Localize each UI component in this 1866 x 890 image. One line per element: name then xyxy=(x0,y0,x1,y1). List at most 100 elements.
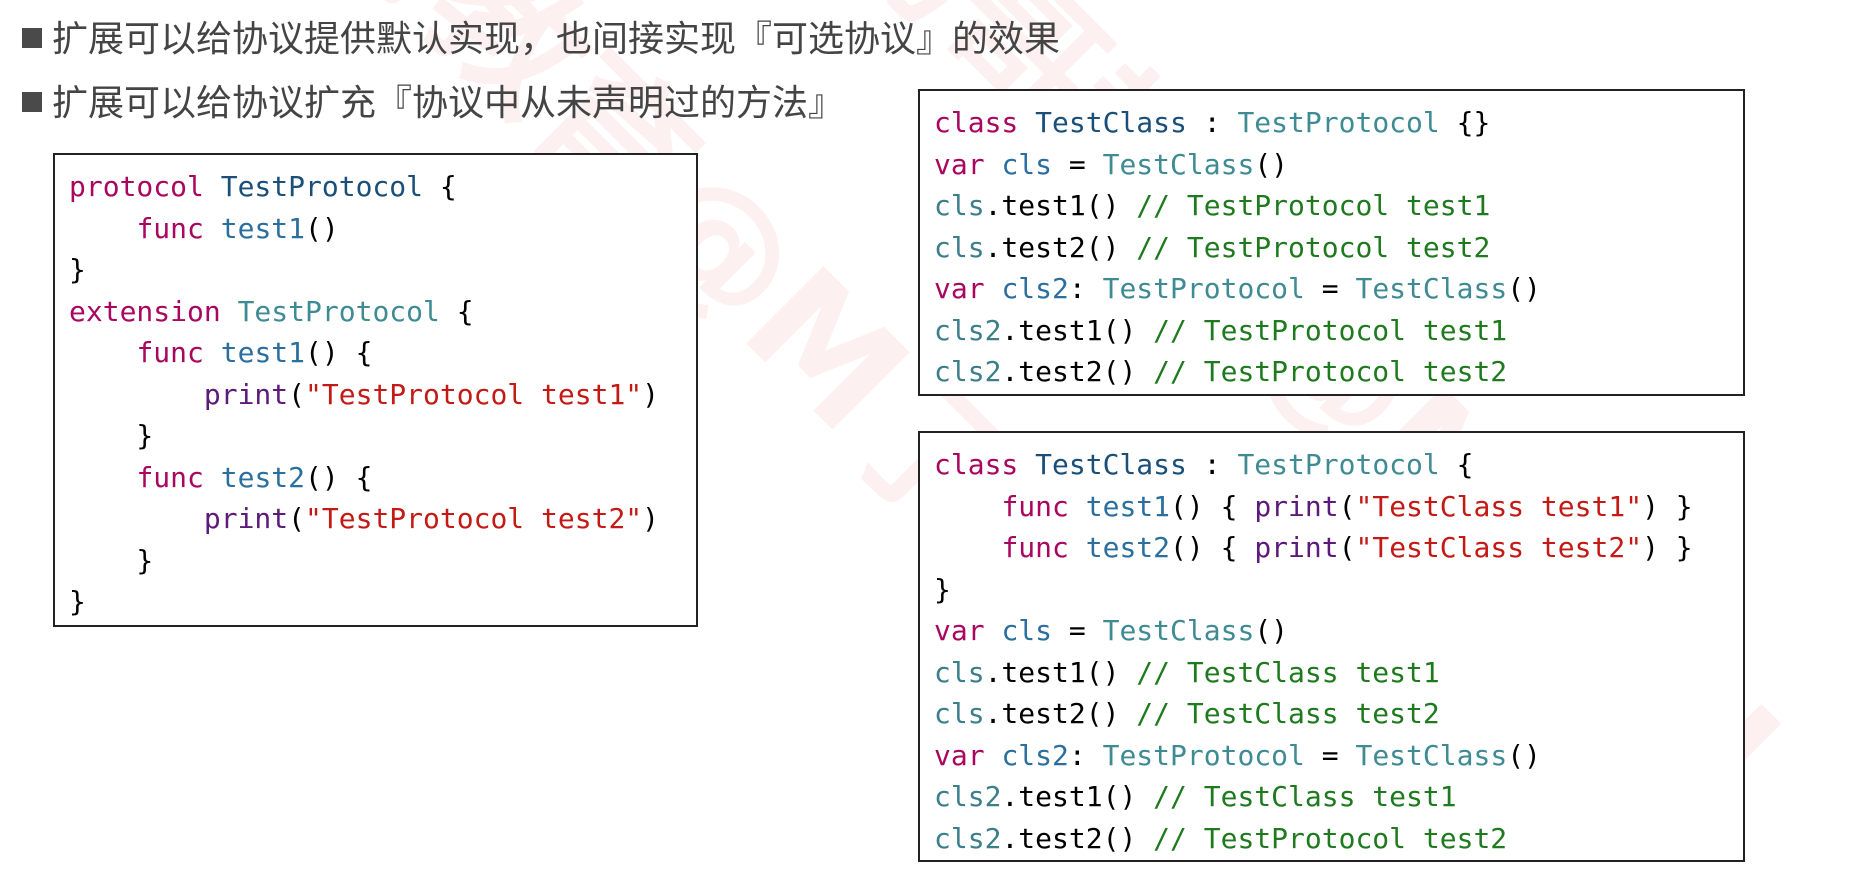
code-block-override-usage: class TestClass : TestProtocol { func te… xyxy=(918,431,1745,862)
code-line: func test1() { xyxy=(69,332,696,374)
code-token: cls2 xyxy=(1001,738,1069,772)
code-token: ( xyxy=(1338,489,1356,523)
code-token: "TestClass test1" xyxy=(1355,489,1643,523)
square-bullet-icon xyxy=(22,92,42,112)
code-token: var xyxy=(934,614,985,647)
code-token: func xyxy=(136,336,204,369)
code-line: var cls2: TestProtocol = TestClass() xyxy=(934,268,1743,310)
code-token: cls xyxy=(934,697,985,730)
code-token: cls2 xyxy=(934,821,1002,855)
code-token: func xyxy=(136,211,204,245)
code-token: protocol xyxy=(69,170,204,203)
code-line: cls2.test1() // TestProtocol test1 xyxy=(934,310,1743,352)
code-line: cls2.test1() // TestClass test1 xyxy=(934,776,1743,818)
code-token: print xyxy=(1254,531,1339,564)
code-token: test1 xyxy=(220,211,306,245)
code-token: () { xyxy=(1170,489,1255,523)
code-token: : xyxy=(1068,738,1103,772)
code-token: TestClass xyxy=(1355,272,1508,305)
code-token: func xyxy=(1001,489,1069,523)
code-token: TestProtocol xyxy=(220,170,424,203)
code-line: var cls = TestClass() xyxy=(934,610,1743,652)
code-token: // TestProtocol test1 xyxy=(1153,313,1508,347)
code-line: extension TestProtocol { xyxy=(69,291,696,333)
code-token: print xyxy=(203,502,289,535)
bullet-text: 扩展可以给协议提供默认实现，也间接实现『可选协议』的效果 xyxy=(52,19,1061,60)
code-token: var xyxy=(934,272,985,305)
code-token: test2 xyxy=(1085,531,1171,564)
code-token: .test2() xyxy=(1001,821,1154,855)
code-token: = xyxy=(1304,738,1356,772)
code-token: () { xyxy=(305,336,373,369)
bullet-item: 扩展可以给协议扩充『协议中从未声明过的方法』 xyxy=(22,82,844,126)
code-token: // TestProtocol test2 xyxy=(1153,355,1508,388)
code-line: var cls = TestClass() xyxy=(934,144,1743,186)
code-token: extension xyxy=(69,294,221,328)
code-token: // TestProtocol test2 xyxy=(1153,821,1508,855)
code-block-protocol-extension: protocol TestProtocol { func test1()} ext… xyxy=(53,153,698,627)
code-token: () xyxy=(1254,614,1289,647)
code-token: TestProtocol xyxy=(1237,106,1440,139)
code-token: } xyxy=(69,419,154,452)
code-token: { xyxy=(423,170,457,203)
code-line: } xyxy=(934,569,1743,611)
square-bullet-icon xyxy=(22,28,42,48)
code-token: {} xyxy=(1439,106,1491,139)
code-block-default-impl-usage: class TestClass : TestProtocol {} var cls… xyxy=(918,89,1745,396)
code-token: cls xyxy=(934,230,985,264)
code-token: .test1() xyxy=(984,189,1137,222)
code-line: } xyxy=(69,581,696,623)
code-token: cls xyxy=(934,655,985,689)
code-token: () { xyxy=(1170,531,1255,564)
code-token: TestClass xyxy=(1035,448,1187,481)
code-token: cls xyxy=(1001,147,1053,181)
code-token: () xyxy=(305,211,339,245)
code-line: class TestClass : TestProtocol {} xyxy=(934,102,1743,144)
code-token: () { xyxy=(305,460,373,494)
code-token: var xyxy=(934,738,985,772)
code-line: print("TestProtocol test1") xyxy=(69,374,696,416)
code-token: TestClass xyxy=(1035,106,1187,139)
code-token: var xyxy=(934,147,985,181)
code-token: // TestClass test1 xyxy=(1153,780,1457,813)
code-line: func test2() { xyxy=(69,457,696,499)
code-line: protocol TestProtocol { xyxy=(69,166,696,208)
code-token: = xyxy=(1304,272,1356,305)
code-token: { xyxy=(439,294,474,328)
code-token: ( xyxy=(1338,531,1356,564)
code-line: cls2.test2() // TestProtocol test2 xyxy=(934,818,1743,860)
bullet-item: 扩展可以给协议提供默认实现，也间接实现『可选协议』的效果 xyxy=(22,18,1060,62)
code-token: () xyxy=(1254,147,1289,181)
code-token: ( xyxy=(288,502,306,535)
code-token: : xyxy=(1186,106,1238,139)
code-token: ) xyxy=(642,377,660,411)
code-token: } xyxy=(934,572,951,606)
code-token: ( xyxy=(288,377,306,411)
code-line: func test1() xyxy=(69,208,696,250)
code-token: cls2 xyxy=(934,355,1002,388)
code-token: class xyxy=(934,106,1019,139)
code-token: { xyxy=(1439,448,1474,481)
code-token: test1 xyxy=(1085,489,1171,523)
code-line: cls2.test2() // TestProtocol test2 xyxy=(934,351,1743,393)
code-token: "TestProtocol test2" xyxy=(305,502,643,535)
code-token: .test1() xyxy=(1001,780,1154,813)
code-token: : xyxy=(1186,448,1238,481)
code-token: test1 xyxy=(220,336,306,369)
code-token: .test2() xyxy=(984,230,1137,264)
code-line: cls.test1() // TestClass test1 xyxy=(934,652,1743,694)
